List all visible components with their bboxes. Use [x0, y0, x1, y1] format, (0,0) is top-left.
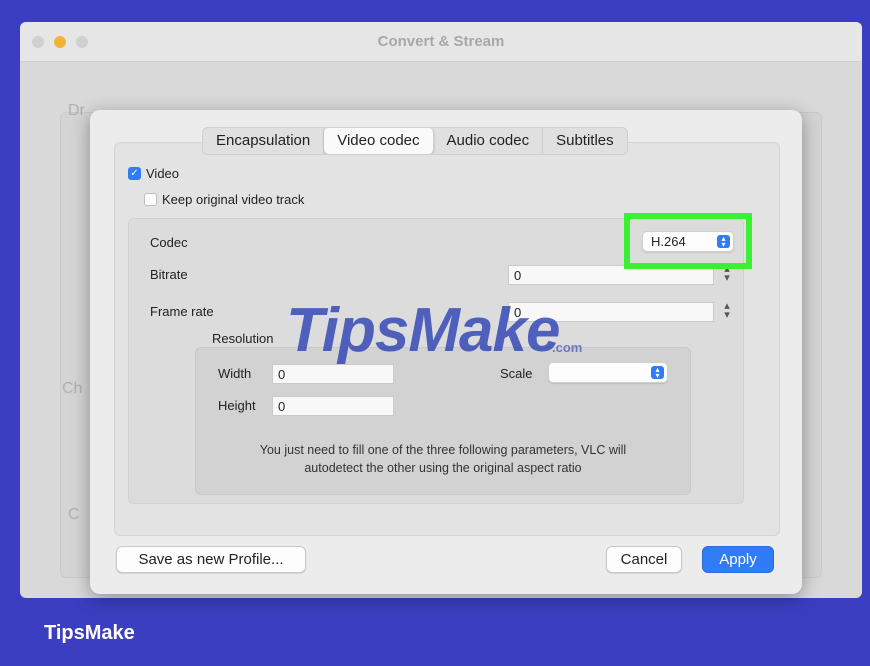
width-label: Width [218, 366, 252, 381]
tab-encapsulation[interactable]: Encapsulation [203, 128, 325, 154]
scale-select[interactable]: ▴ ▾ [548, 362, 668, 383]
height-label: Height [218, 398, 256, 413]
resolution-hint-line1: You just need to fill one of the three f… [259, 443, 627, 457]
video-checkbox-label: Video [146, 166, 180, 181]
cancel-button[interactable]: Cancel [606, 546, 682, 573]
bitrate-label: Bitrate [150, 267, 188, 282]
ghost-label-choose: Ch [62, 380, 83, 397]
tab-video-codec[interactable]: Video codec [324, 128, 434, 154]
frame-rate-label: Frame rate [150, 304, 214, 319]
height-input[interactable] [272, 396, 394, 416]
width-input[interactable] [272, 364, 394, 384]
tab-subtitles[interactable]: Subtitles [543, 128, 627, 154]
tipsmake-watermark: TipsMake [286, 296, 560, 365]
codec-highlight-box [624, 213, 752, 269]
frame-rate-stepper-icon[interactable]: ▴ ▾ [720, 301, 734, 322]
ghost-label-c: C [68, 506, 80, 523]
window-titlebar: Convert & Stream [20, 22, 862, 62]
keep-original-checkbox-row[interactable]: Keep original video track [144, 192, 304, 207]
video-checkbox[interactable]: ✓ [128, 167, 141, 180]
tab-bar: Encapsulation Video codec Audio codec Su… [202, 127, 628, 155]
resolution-hint-line2: autodetect the other using the original … [304, 461, 582, 475]
ghost-label-destination: Dr [68, 102, 85, 119]
resolution-label: Resolution [212, 331, 274, 346]
updown-arrows-icon: ▴ ▾ [651, 366, 664, 380]
keep-original-checkbox-label: Keep original video track [162, 192, 305, 207]
save-as-new-profile-button[interactable]: Save as new Profile... [116, 546, 306, 573]
video-checkbox-row[interactable]: ✓ Video [128, 166, 179, 181]
apply-button[interactable]: Apply [702, 546, 774, 573]
window-title: Convert & Stream [377, 33, 505, 50]
scale-label: Scale [500, 366, 533, 381]
tab-audio-codec[interactable]: Audio codec [434, 128, 544, 154]
tipsmake-watermark-suffix: .com [552, 340, 583, 355]
keep-original-checkbox[interactable] [144, 193, 157, 206]
codec-label: Codec [150, 235, 188, 250]
footer-brand-logo: TipsMake [44, 622, 135, 644]
resolution-hint: You just need to fill one of the three f… [198, 441, 688, 477]
